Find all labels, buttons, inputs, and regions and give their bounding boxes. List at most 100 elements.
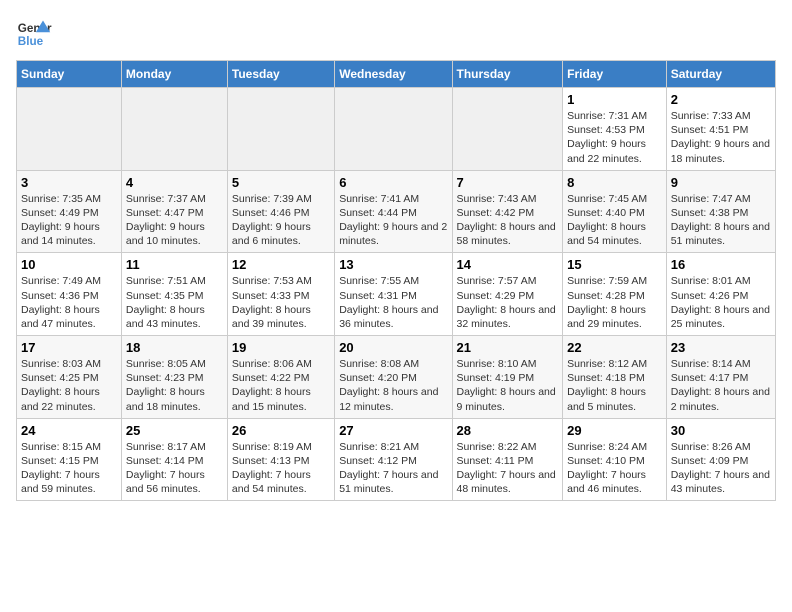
calendar-day-cell: 10 Sunrise: 7:49 AM Sunset: 4:36 PM Dayli… bbox=[17, 253, 122, 336]
calendar-day-cell bbox=[335, 88, 452, 171]
day-info: Sunrise: 7:39 AM Sunset: 4:46 PM Dayligh… bbox=[232, 192, 330, 249]
calendar-day-cell: 22 Sunrise: 8:12 AM Sunset: 4:18 PM Dayli… bbox=[563, 336, 667, 419]
day-number: 6 bbox=[339, 175, 447, 190]
day-number: 11 bbox=[126, 257, 223, 272]
calendar-day-cell: 21 Sunrise: 8:10 AM Sunset: 4:19 PM Dayli… bbox=[452, 336, 563, 419]
day-number: 5 bbox=[232, 175, 330, 190]
day-number: 4 bbox=[126, 175, 223, 190]
calendar-day-cell: 1 Sunrise: 7:31 AM Sunset: 4:53 PM Daylig… bbox=[563, 88, 667, 171]
day-number: 21 bbox=[457, 340, 559, 355]
calendar-week-row: 1 Sunrise: 7:31 AM Sunset: 4:53 PM Daylig… bbox=[17, 88, 776, 171]
day-info: Sunrise: 7:49 AM Sunset: 4:36 PM Dayligh… bbox=[21, 274, 117, 331]
day-info: Sunrise: 7:31 AM Sunset: 4:53 PM Dayligh… bbox=[567, 109, 662, 166]
calendar-day-cell: 19Sunrise: 8:06 AM Sunset: 4:22 PM Dayli… bbox=[227, 336, 334, 419]
day-info: Sunrise: 8:03 AM Sunset: 4:25 PM Dayligh… bbox=[21, 357, 117, 414]
calendar-table: SundayMondayTuesdayWednesdayThursdayFrid… bbox=[16, 60, 776, 501]
day-of-week-header: Monday bbox=[121, 61, 227, 88]
calendar-day-cell: 7 Sunrise: 7:43 AM Sunset: 4:42 PM Daylig… bbox=[452, 170, 563, 253]
day-info: Sunrise: 7:57 AM Sunset: 4:29 PM Dayligh… bbox=[457, 274, 559, 331]
day-info: Sunrise: 8:15 AM Sunset: 4:15 PM Dayligh… bbox=[21, 440, 117, 497]
day-info: Sunrise: 8:05 AM Sunset: 4:23 PM Dayligh… bbox=[126, 357, 223, 414]
day-number: 20 bbox=[339, 340, 447, 355]
day-of-week-header: Saturday bbox=[666, 61, 775, 88]
day-info: Sunrise: 7:53 AM Sunset: 4:33 PM Dayligh… bbox=[232, 274, 330, 331]
calendar-day-cell: 9 Sunrise: 7:47 AM Sunset: 4:38 PM Daylig… bbox=[666, 170, 775, 253]
day-number: 18 bbox=[126, 340, 223, 355]
day-number: 16 bbox=[671, 257, 771, 272]
day-number: 13 bbox=[339, 257, 447, 272]
day-info: Sunrise: 7:33 AM Sunset: 4:51 PM Dayligh… bbox=[671, 109, 771, 166]
day-number: 7 bbox=[457, 175, 559, 190]
logo-icon: General Blue bbox=[16, 16, 52, 52]
day-number: 19 bbox=[232, 340, 330, 355]
day-of-week-header: Friday bbox=[563, 61, 667, 88]
day-number: 23 bbox=[671, 340, 771, 355]
calendar-body: 1 Sunrise: 7:31 AM Sunset: 4:53 PM Daylig… bbox=[17, 88, 776, 501]
calendar-day-cell: 20Sunrise: 8:08 AM Sunset: 4:20 PM Dayli… bbox=[335, 336, 452, 419]
calendar-day-cell: 12 Sunrise: 7:53 AM Sunset: 4:33 PM Dayli… bbox=[227, 253, 334, 336]
day-info: Sunrise: 7:51 AM Sunset: 4:35 PM Dayligh… bbox=[126, 274, 223, 331]
day-info: Sunrise: 8:22 AM Sunset: 4:11 PM Dayligh… bbox=[457, 440, 559, 497]
day-number: 9 bbox=[671, 175, 771, 190]
day-number: 15 bbox=[567, 257, 662, 272]
day-info: Sunrise: 8:19 AM Sunset: 4:13 PM Dayligh… bbox=[232, 440, 330, 497]
calendar-day-cell: 17 Sunrise: 8:03 AM Sunset: 4:25 PM Dayli… bbox=[17, 336, 122, 419]
day-of-week-header: Thursday bbox=[452, 61, 563, 88]
day-info: Sunrise: 7:43 AM Sunset: 4:42 PM Dayligh… bbox=[457, 192, 559, 249]
calendar-day-cell: 29 Sunrise: 8:24 AM Sunset: 4:10 PM Dayli… bbox=[563, 418, 667, 501]
day-info: Sunrise: 7:41 AM Sunset: 4:44 PM Dayligh… bbox=[339, 192, 447, 249]
day-info: Sunrise: 8:12 AM Sunset: 4:18 PM Dayligh… bbox=[567, 357, 662, 414]
calendar-day-cell: 8Sunrise: 7:45 AM Sunset: 4:40 PM Daylig… bbox=[563, 170, 667, 253]
day-info: Sunrise: 8:14 AM Sunset: 4:17 PM Dayligh… bbox=[671, 357, 771, 414]
day-number: 12 bbox=[232, 257, 330, 272]
calendar-day-cell: 24 Sunrise: 8:15 AM Sunset: 4:15 PM Dayli… bbox=[17, 418, 122, 501]
calendar-day-cell: 23 Sunrise: 8:14 AM Sunset: 4:17 PM Dayli… bbox=[666, 336, 775, 419]
day-number: 17 bbox=[21, 340, 117, 355]
calendar-day-cell: 6 Sunrise: 7:41 AM Sunset: 4:44 PM Daylig… bbox=[335, 170, 452, 253]
day-number: 27 bbox=[339, 423, 447, 438]
calendar-day-cell: 27 Sunrise: 8:21 AM Sunset: 4:12 PM Dayli… bbox=[335, 418, 452, 501]
day-number: 2 bbox=[671, 92, 771, 107]
svg-text:Blue: Blue bbox=[18, 35, 44, 48]
day-info: Sunrise: 8:21 AM Sunset: 4:12 PM Dayligh… bbox=[339, 440, 447, 497]
calendar-day-cell: 15 Sunrise: 7:59 AM Sunset: 4:28 PM Dayli… bbox=[563, 253, 667, 336]
day-number: 25 bbox=[126, 423, 223, 438]
calendar-week-row: 24 Sunrise: 8:15 AM Sunset: 4:15 PM Dayli… bbox=[17, 418, 776, 501]
day-number: 29 bbox=[567, 423, 662, 438]
day-number: 24 bbox=[21, 423, 117, 438]
calendar-day-cell: 16 Sunrise: 8:01 AM Sunset: 4:26 PM Dayli… bbox=[666, 253, 775, 336]
calendar-day-cell bbox=[17, 88, 122, 171]
calendar-day-cell: 4Sunrise: 7:37 AM Sunset: 4:47 PM Daylig… bbox=[121, 170, 227, 253]
calendar-day-cell: 14Sunrise: 7:57 AM Sunset: 4:29 PM Dayli… bbox=[452, 253, 563, 336]
calendar-day-cell: 2 Sunrise: 7:33 AM Sunset: 4:51 PM Daylig… bbox=[666, 88, 775, 171]
day-of-week-header: Wednesday bbox=[335, 61, 452, 88]
day-number: 30 bbox=[671, 423, 771, 438]
day-info: Sunrise: 8:26 AM Sunset: 4:09 PM Dayligh… bbox=[671, 440, 771, 497]
calendar-day-cell: 18 Sunrise: 8:05 AM Sunset: 4:23 PM Dayli… bbox=[121, 336, 227, 419]
page-header: General Blue bbox=[16, 16, 776, 52]
calendar-week-row: 10 Sunrise: 7:49 AM Sunset: 4:36 PM Dayli… bbox=[17, 253, 776, 336]
day-number: 22 bbox=[567, 340, 662, 355]
calendar-day-cell: 13Sunrise: 7:55 AM Sunset: 4:31 PM Dayli… bbox=[335, 253, 452, 336]
day-number: 26 bbox=[232, 423, 330, 438]
calendar-day-cell bbox=[227, 88, 334, 171]
header-row: SundayMondayTuesdayWednesdayThursdayFrid… bbox=[17, 61, 776, 88]
day-info: Sunrise: 7:59 AM Sunset: 4:28 PM Dayligh… bbox=[567, 274, 662, 331]
calendar-day-cell: 30 Sunrise: 8:26 AM Sunset: 4:09 PM Dayli… bbox=[666, 418, 775, 501]
calendar-day-cell: 11 Sunrise: 7:51 AM Sunset: 4:35 PM Dayli… bbox=[121, 253, 227, 336]
logo: General Blue bbox=[16, 16, 52, 52]
day-info: Sunrise: 8:24 AM Sunset: 4:10 PM Dayligh… bbox=[567, 440, 662, 497]
day-info: Sunrise: 8:10 AM Sunset: 4:19 PM Dayligh… bbox=[457, 357, 559, 414]
day-number: 10 bbox=[21, 257, 117, 272]
calendar-day-cell: 5 Sunrise: 7:39 AM Sunset: 4:46 PM Daylig… bbox=[227, 170, 334, 253]
day-number: 1 bbox=[567, 92, 662, 107]
calendar-day-cell: 28 Sunrise: 8:22 AM Sunset: 4:11 PM Dayli… bbox=[452, 418, 563, 501]
calendar-day-cell: 3Sunrise: 7:35 AM Sunset: 4:49 PM Daylig… bbox=[17, 170, 122, 253]
day-of-week-header: Tuesday bbox=[227, 61, 334, 88]
day-info: Sunrise: 8:01 AM Sunset: 4:26 PM Dayligh… bbox=[671, 274, 771, 331]
day-info: Sunrise: 7:47 AM Sunset: 4:38 PM Dayligh… bbox=[671, 192, 771, 249]
day-number: 8 bbox=[567, 175, 662, 190]
day-number: 28 bbox=[457, 423, 559, 438]
calendar-day-cell bbox=[452, 88, 563, 171]
calendar-day-cell: 26 Sunrise: 8:19 AM Sunset: 4:13 PM Dayli… bbox=[227, 418, 334, 501]
